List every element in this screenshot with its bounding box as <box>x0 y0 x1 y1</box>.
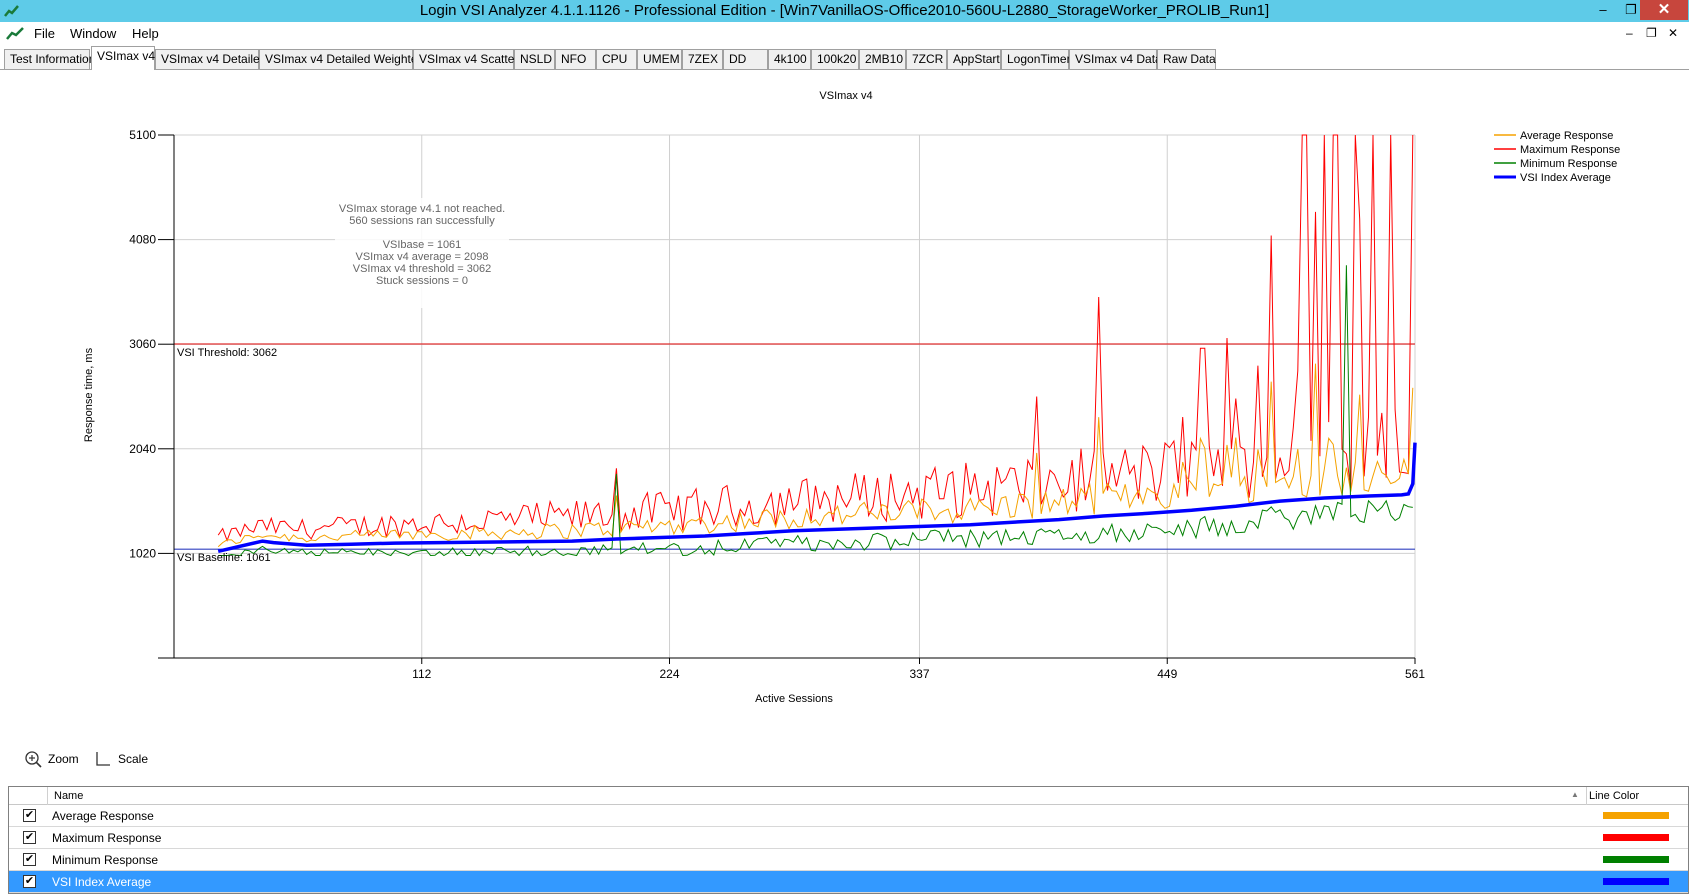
menu-file[interactable]: File <box>34 26 55 41</box>
chart-title: VSImax v4 <box>819 90 872 102</box>
vsimax-chart[interactable]: 1020 2040 3060 4080 5100 112 224 337 449 561 VSIm… <box>0 70 1689 730</box>
series-name: VSI Index Average <box>52 875 152 889</box>
annotation-line: VSImax v4 average = 2098 <box>356 251 489 263</box>
tab-100k20[interactable]: 100k20 <box>811 49 859 69</box>
column-header-name[interactable]: Name <box>54 790 83 802</box>
tab-appstart[interactable]: AppStart <box>947 49 1001 69</box>
chart-toolbar: Zoom Scale <box>0 748 1689 772</box>
tab-vsimax-v4-detailed[interactable]: VSImax v4 Detailed <box>155 49 266 69</box>
sort-up-icon: ▲ <box>1571 790 1579 799</box>
series-row-minimum-response[interactable]: ✔ Minimum Response <box>9 849 1688 871</box>
line-color-swatch[interactable] <box>1603 834 1669 841</box>
annotation-line: VSIbase = 1061 <box>383 239 462 251</box>
menu-help[interactable]: Help <box>132 26 159 41</box>
x-tick-label: 337 <box>909 667 929 681</box>
tab-umem[interactable]: UMEM <box>637 49 682 69</box>
tab-vsimax-v4-data[interactable]: VSImax v4 Data <box>1069 49 1162 69</box>
threshold-label: VSI Threshold: 3062 <box>177 347 277 359</box>
title-bar: Login VSI Analyzer 4.1.1.1126 - Professi… <box>0 0 1689 22</box>
tab-dd[interactable]: DD <box>723 49 768 69</box>
mdi-minimize-button[interactable]: – <box>1626 26 1633 40</box>
annotation-line: VSImax storage v4.1 not reached. <box>339 203 505 215</box>
zoom-tool[interactable]: Zoom <box>24 748 79 770</box>
legend-label: Minimum Response <box>1520 158 1617 170</box>
tab-nsld[interactable]: NSLD <box>514 49 555 69</box>
tab-7zcr[interactable]: 7ZCR <box>906 49 947 69</box>
checkbox-vsi-index-average[interactable]: ✔ <box>23 875 36 888</box>
tab-vsimax-v4[interactable]: VSImax v4 <box>91 46 155 70</box>
series-line-maximum-response <box>217 134 1414 542</box>
checkbox-minimum-response[interactable]: ✔ <box>23 853 36 866</box>
series-name: Average Response <box>52 809 154 823</box>
line-color-swatch[interactable] <box>1603 856 1669 863</box>
checkbox-average-response[interactable]: ✔ <box>23 809 36 822</box>
legend-label: VSI Index Average <box>1520 172 1611 184</box>
x-tick-label: 449 <box>1157 667 1177 681</box>
annotation-line: VSImax v4 threshold = 3062 <box>353 263 492 275</box>
checkbox-maximum-response[interactable]: ✔ <box>23 831 36 844</box>
zoom-icon <box>25 751 42 768</box>
tab-cpu[interactable]: CPU <box>596 49 637 69</box>
series-name: Maximum Response <box>52 831 162 845</box>
scale-tool[interactable]: Scale <box>94 748 148 770</box>
scale-label: Scale <box>118 752 149 766</box>
series-name: Minimum Response <box>52 853 159 867</box>
tab-raw-data[interactable]: Raw Data <box>1157 49 1216 69</box>
y-tick-label: 4080 <box>129 233 156 247</box>
column-header-line-color[interactable]: Line Color <box>1589 790 1639 802</box>
tab-4k100[interactable]: 4k100 <box>768 49 811 69</box>
header-separator <box>47 787 48 805</box>
header-separator <box>1586 787 1587 805</box>
series-grid: Name ▲ Line Color ✔ Average Response ✔ M… <box>8 786 1689 894</box>
chart-axes: 1020 2040 3060 4080 5100 112 224 337 449 561 <box>129 128 1425 681</box>
y-tick-label: 3060 <box>129 337 156 351</box>
chart-area[interactable]: 1020 2040 3060 4080 5100 112 224 337 449 561 VSIm… <box>0 70 1689 730</box>
y-axis-label: Response time, ms <box>83 347 95 442</box>
x-tick-label: 224 <box>659 667 679 681</box>
tab-vsimax-v4-scatter[interactable]: VSImax v4 Scatter <box>413 49 518 69</box>
y-tick-label: 2040 <box>129 442 156 456</box>
close-button[interactable]: ✕ <box>1640 0 1688 20</box>
mdi-chart-icon <box>6 27 24 40</box>
series-row-average-response[interactable]: ✔ Average Response <box>9 805 1688 827</box>
scale-icon <box>96 752 110 766</box>
mdi-restore-button[interactable]: ❐ <box>1646 26 1657 40</box>
baseline-label: VSI Baseline: 1061 <box>177 552 271 564</box>
grid-header: Name ▲ Line Color <box>9 787 1688 805</box>
series-row-maximum-response[interactable]: ✔ Maximum Response <box>9 827 1688 849</box>
zoom-label: Zoom <box>48 752 79 766</box>
menu-bar: File Window Help – ❐ ✕ <box>0 22 1689 46</box>
chart-legend: Average Response Maximum Response Minimum … <box>1494 130 1620 184</box>
x-tick-label: 112 <box>412 667 431 681</box>
window-title: Login VSI Analyzer 4.1.1.1126 - Professi… <box>419 2 1270 19</box>
x-tick-label: 561 <box>1405 667 1425 681</box>
tab-vsimax-v4-detailed-weighted[interactable]: VSImax v4 Detailed Weighted <box>259 49 424 69</box>
series-line-minimum-response <box>218 265 1413 557</box>
mdi-close-button[interactable]: ✕ <box>1668 26 1678 40</box>
tab-nfo[interactable]: NFO <box>555 49 596 69</box>
legend-label: Maximum Response <box>1520 144 1620 156</box>
legend-label: Average Response <box>1520 130 1613 142</box>
line-color-swatch[interactable] <box>1603 812 1669 819</box>
y-tick-label: 1020 <box>129 546 156 560</box>
line-color-swatch[interactable] <box>1603 878 1669 885</box>
tab-test-information[interactable]: Test Information <box>4 49 95 69</box>
annotation-line: 560 sessions ran successfully <box>349 215 495 227</box>
series-row-vsi-index-average[interactable]: ✔ VSI Index Average <box>9 871 1688 893</box>
tab-2mb10[interactable]: 2MB10 <box>859 49 906 69</box>
x-axis-label: Active Sessions <box>755 693 833 705</box>
tab-7zex[interactable]: 7ZEX <box>682 49 723 69</box>
series-line-average-response <box>217 363 1414 548</box>
menu-window[interactable]: Window <box>70 26 116 41</box>
tab-logontimer[interactable]: LogonTimer <box>1001 49 1071 69</box>
annotation-line: Stuck sessions = 0 <box>376 275 468 287</box>
vsimax-annotation: VSImax storage v4.1 not reached.560 sess… <box>335 198 509 308</box>
y-tick-label: 5100 <box>129 128 156 142</box>
tab-strip: Test Information VSImax v4 VSImax v4 Det… <box>0 46 1689 70</box>
